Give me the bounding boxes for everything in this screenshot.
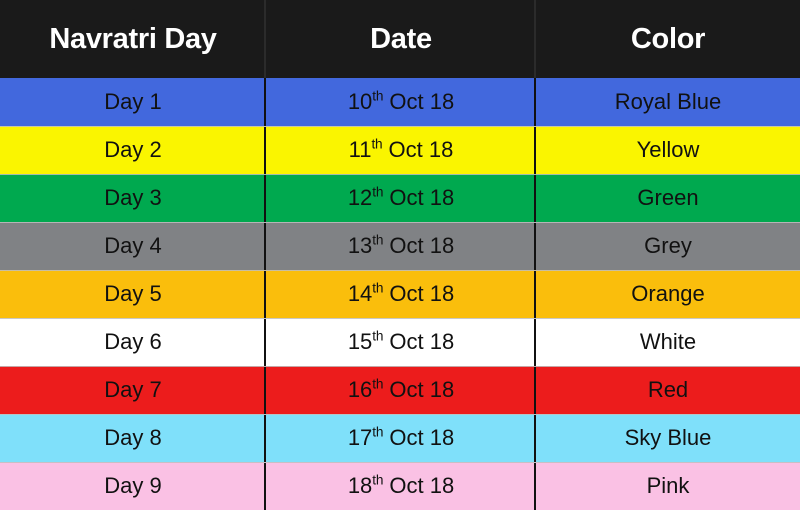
navratri-colours-table-container: Navratri Day Date Color Day 1 10th Oct 18… bbox=[0, 0, 800, 510]
day-label: Day 7 bbox=[104, 377, 162, 402]
color-name-label: Green bbox=[637, 185, 699, 210]
date-month-year: Oct 18 bbox=[383, 281, 455, 306]
day-label: Day 4 bbox=[104, 233, 162, 258]
cell-date: 18th Oct 18 bbox=[266, 461, 536, 510]
date-label: 16th Oct 18 bbox=[266, 377, 536, 403]
date-ordinal-suffix: th bbox=[372, 472, 384, 488]
date-day-number: 16 bbox=[347, 377, 373, 402]
cell-navratri-day: Day 7 bbox=[0, 365, 266, 414]
cell-navratri-day: Day 1 bbox=[0, 78, 266, 126]
date-month-year: Oct 18 bbox=[383, 185, 455, 210]
day-label: Day 9 bbox=[104, 473, 162, 499]
date-month-year: Oct 18 bbox=[383, 233, 455, 258]
date-ordinal-suffix: th bbox=[372, 88, 384, 104]
table-row: Day 4 13th Oct 18 Grey bbox=[0, 221, 800, 270]
date-day-number: 13 bbox=[347, 233, 373, 258]
cell-date: 15th Oct 18 bbox=[266, 317, 536, 366]
date-day-number: 15 bbox=[347, 329, 373, 354]
date-ordinal-suffix: th bbox=[371, 136, 383, 152]
cell-navratri-day: Day 3 bbox=[0, 173, 266, 222]
date-month-year: Oct 18 bbox=[382, 137, 454, 162]
table-row: Day 1 10th Oct 18 Royal Blue bbox=[0, 78, 800, 126]
table-body: Day 1 10th Oct 18 Royal Blue Day 2 11th Oct … bbox=[0, 78, 800, 510]
cell-color: Yellow bbox=[536, 125, 800, 174]
cell-color: White bbox=[536, 317, 800, 366]
cell-date: 14th Oct 18 bbox=[266, 269, 536, 318]
date-ordinal-suffix: th bbox=[372, 280, 384, 296]
day-label: Day 8 bbox=[104, 425, 162, 450]
color-name-label: Pink bbox=[646, 473, 690, 499]
day-label: Day 3 bbox=[104, 185, 162, 210]
date-ordinal-suffix: th bbox=[372, 424, 384, 440]
date-label: 17th Oct 18 bbox=[266, 425, 536, 451]
table-row: Day 6 15th Oct 18 White bbox=[0, 317, 800, 366]
column-header-navratri-day: Navratri Day bbox=[0, 0, 266, 78]
table-row: Day 8 17th Oct 18 Sky Blue bbox=[0, 413, 800, 462]
date-day-number: 17 bbox=[347, 425, 373, 450]
cell-color: Green bbox=[536, 173, 800, 222]
cell-color: Red bbox=[536, 365, 800, 414]
column-header-color: Color bbox=[536, 0, 800, 78]
color-name-label: Grey bbox=[644, 233, 692, 258]
table-row: Day 9 18th Oct 18 Pink bbox=[0, 461, 800, 510]
date-label: 13th Oct 18 bbox=[266, 233, 536, 259]
date-label: 15th Oct 18 bbox=[266, 329, 536, 355]
color-name-label: Royal Blue bbox=[614, 88, 722, 114]
cell-date: 11th Oct 18 bbox=[266, 125, 536, 174]
date-month-year: Oct 18 bbox=[383, 473, 455, 499]
date-month-year: Oct 18 bbox=[383, 88, 455, 114]
cell-navratri-day: Day 8 bbox=[0, 413, 266, 462]
date-ordinal-suffix: th bbox=[372, 328, 384, 344]
cell-navratri-day: Day 5 bbox=[0, 269, 266, 318]
date-ordinal-suffix: th bbox=[372, 184, 384, 200]
cell-date: 10th Oct 18 bbox=[266, 78, 536, 126]
table-row: Day 7 16th Oct 18 Red bbox=[0, 365, 800, 414]
date-ordinal-suffix: th bbox=[372, 232, 384, 248]
color-name-label: White bbox=[639, 329, 697, 354]
table-row: Day 2 11th Oct 18 Yellow bbox=[0, 125, 800, 174]
date-label: 14th Oct 18 bbox=[266, 281, 536, 307]
cell-navratri-day: Day 4 bbox=[0, 221, 266, 270]
day-label: Day 5 bbox=[104, 281, 162, 306]
date-day-number: 12 bbox=[347, 185, 373, 210]
column-header-date: Date bbox=[266, 0, 536, 78]
color-name-label: Yellow bbox=[636, 137, 700, 162]
day-label: Day 1 bbox=[104, 88, 162, 114]
date-day-number: 11 bbox=[348, 137, 372, 162]
table-header-row: Navratri Day Date Color bbox=[0, 0, 800, 78]
date-month-year: Oct 18 bbox=[383, 425, 455, 450]
date-label: 12th Oct 18 bbox=[266, 185, 536, 211]
cell-navratri-day: Day 2 bbox=[0, 125, 266, 174]
table-header: Navratri Day Date Color bbox=[0, 0, 800, 78]
date-day-number: 14 bbox=[347, 281, 373, 306]
cell-color: Orange bbox=[536, 269, 800, 318]
cell-color: Pink bbox=[536, 461, 800, 510]
date-day-number: 18 bbox=[347, 473, 373, 499]
cell-navratri-day: Day 9 bbox=[0, 461, 266, 510]
cell-color: Royal Blue bbox=[536, 78, 800, 126]
date-month-year: Oct 18 bbox=[383, 377, 455, 402]
date-day-number: 10 bbox=[347, 88, 373, 114]
table-row: Day 5 14th Oct 18 Orange bbox=[0, 269, 800, 318]
cell-color: Grey bbox=[536, 221, 800, 270]
cell-date: 13th Oct 18 bbox=[266, 221, 536, 270]
cell-color: Sky Blue bbox=[536, 413, 800, 462]
date-label: 10th Oct 18 bbox=[266, 89, 536, 115]
table-row: Day 3 12th Oct 18 Green bbox=[0, 173, 800, 222]
date-ordinal-suffix: th bbox=[372, 376, 384, 392]
cell-date: 16th Oct 18 bbox=[266, 365, 536, 414]
cell-navratri-day: Day 6 bbox=[0, 317, 266, 366]
cell-date: 12th Oct 18 bbox=[266, 173, 536, 222]
cell-date: 17th Oct 18 bbox=[266, 413, 536, 462]
date-label: 11th Oct 18 bbox=[266, 137, 536, 163]
day-label: Day 2 bbox=[104, 137, 162, 162]
date-month-year: Oct 18 bbox=[383, 329, 455, 354]
color-name-label: Red bbox=[647, 377, 689, 402]
color-name-label: Sky Blue bbox=[624, 425, 712, 450]
date-label: 18th Oct 18 bbox=[266, 473, 536, 499]
day-label: Day 6 bbox=[104, 329, 162, 354]
color-name-label: Orange bbox=[631, 281, 705, 306]
navratri-colours-table: Navratri Day Date Color Day 1 10th Oct 18… bbox=[0, 0, 800, 510]
